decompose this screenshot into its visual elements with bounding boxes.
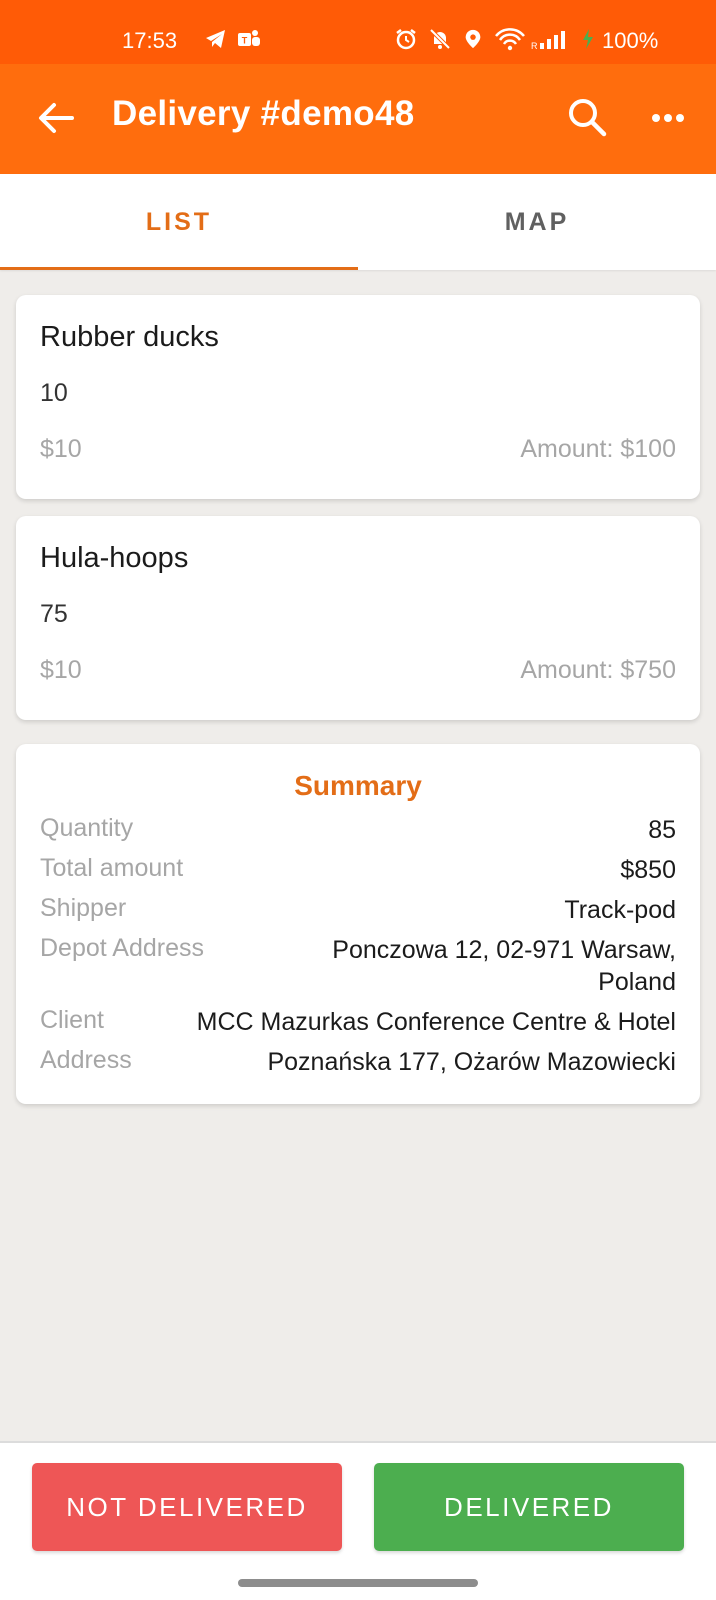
home-indicator[interactable] <box>238 1579 478 1587</box>
item-amount: Amount: $100 <box>520 435 676 463</box>
item-card[interactable]: Hula-hoops 75 $10 Amount: $750 <box>16 516 700 720</box>
app-bar: Delivery #demo48 <box>0 64 716 174</box>
delivery-screen: 17:53 T R 100% Delivery #demo48 LIST MAP… <box>0 0 716 1600</box>
active-tab-indicator <box>0 267 358 270</box>
summary-value: MCC Mazurkas Conference Centre & Hotel <box>196 1008 676 1036</box>
summary-label: Depot Address <box>40 934 204 962</box>
summary-value: Ponczowa 12, 02-971 Warsaw, Poland <box>332 936 676 996</box>
mute-icon <box>429 28 451 50</box>
summary-value: Track-pod <box>564 896 676 924</box>
summary-label: Address <box>40 1046 132 1074</box>
item-quantity: 75 <box>40 600 68 628</box>
summary-label: Client <box>40 1006 104 1034</box>
page-title: Delivery #demo48 <box>112 94 415 133</box>
signal-icon: R <box>531 31 565 51</box>
item-name: Hula-hoops <box>40 542 189 574</box>
more-icon[interactable] <box>648 98 688 138</box>
item-card[interactable]: Rubber ducks 10 $10 Amount: $100 <box>16 295 700 499</box>
alarm-icon <box>396 29 416 50</box>
location-icon <box>465 29 481 49</box>
svg-text:T: T <box>242 36 248 46</box>
not-delivered-button[interactable]: NOT DELIVERED <box>32 1463 342 1551</box>
svg-text:R: R <box>531 41 538 51</box>
delivered-button[interactable]: DELIVERED <box>374 1463 684 1551</box>
tab-bar: LIST MAP <box>0 174 716 270</box>
search-icon[interactable] <box>566 96 608 138</box>
battery-icon <box>583 29 593 49</box>
summary-label: Quantity <box>40 814 134 842</box>
summary-label: Shipper <box>40 894 127 922</box>
summary-label: Total amount <box>40 854 184 882</box>
item-price: $10 <box>40 656 82 684</box>
telegram-icon <box>206 30 225 48</box>
summary-title: Summary <box>294 770 422 801</box>
summary-value: 85 <box>648 816 676 844</box>
summary-value: Poznańska 177, Ożarów Mazowiecki <box>267 1048 676 1076</box>
battery-percentage: 100% <box>602 28 659 53</box>
item-price: $10 <box>40 435 82 463</box>
item-quantity: 10 <box>40 379 68 407</box>
tab-list[interactable]: LIST <box>0 174 358 270</box>
summary-value: $850 <box>620 856 676 884</box>
status-bar: 17:53 T R 100% <box>0 0 716 64</box>
bottom-action-bar: NOT DELIVERED DELIVERED <box>0 1441 716 1600</box>
back-arrow-icon[interactable] <box>36 98 76 138</box>
wifi-icon <box>495 28 525 51</box>
item-amount: Amount: $750 <box>520 656 676 684</box>
summary-card: Summary Quantity 85 Total amount $850 Sh… <box>16 744 700 1104</box>
tab-map[interactable]: MAP <box>358 174 716 270</box>
teams-icon: T <box>238 30 260 46</box>
item-name: Rubber ducks <box>40 321 219 353</box>
status-time: 17:53 <box>122 28 178 53</box>
